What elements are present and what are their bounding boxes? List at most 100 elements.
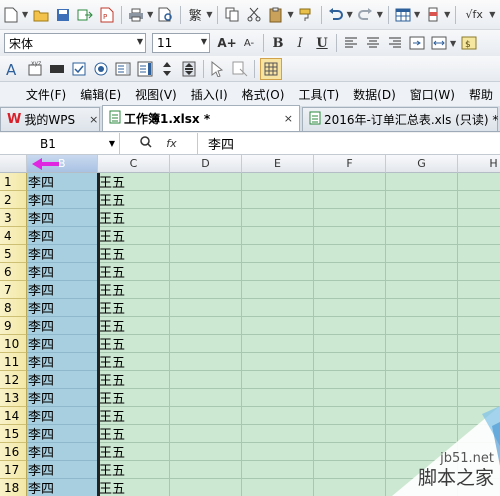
cell-empty[interactable] — [170, 299, 242, 317]
cell-empty[interactable] — [386, 281, 458, 299]
menu-insert[interactable]: 插入(I) — [184, 86, 235, 103]
cell-empty[interactable] — [314, 173, 386, 191]
menu-format[interactable]: 格式(O) — [235, 86, 292, 103]
cell-empty[interactable] — [314, 191, 386, 209]
menu-window[interactable]: 窗口(W) — [403, 86, 462, 103]
merge-dropdown-icon[interactable]: ▼ — [450, 39, 456, 48]
shrink-font-button[interactable]: A- — [240, 34, 258, 52]
cell-empty[interactable] — [458, 299, 500, 317]
undo-dropdown-icon[interactable]: ▼ — [347, 10, 353, 19]
bold-button[interactable]: B — [269, 34, 287, 52]
column-header-h[interactable]: H — [458, 155, 500, 173]
cell-empty[interactable] — [386, 389, 458, 407]
cell-b[interactable]: 李四 — [27, 461, 98, 479]
row-header[interactable]: 2 — [0, 191, 27, 209]
wrap-text-icon[interactable] — [408, 34, 426, 52]
print-icon[interactable] — [127, 6, 145, 24]
cell-empty[interactable] — [242, 479, 314, 496]
row-header[interactable]: 16 — [0, 443, 27, 461]
cell-empty[interactable] — [386, 245, 458, 263]
row-insert-icon[interactable] — [424, 6, 442, 24]
menu-file[interactable]: 文件(F) — [19, 86, 73, 103]
cell-empty[interactable] — [170, 371, 242, 389]
row-insert-dropdown-icon[interactable]: ▼ — [444, 10, 450, 19]
cell-c[interactable]: 王五 — [98, 317, 170, 335]
list-box-icon[interactable] — [114, 60, 132, 78]
cell-b[interactable]: 李四 — [27, 299, 98, 317]
row-header[interactable]: 8 — [0, 299, 27, 317]
menu-edit[interactable]: 编辑(E) — [73, 86, 128, 103]
cell-empty[interactable] — [458, 245, 500, 263]
cell-b[interactable]: 李四 — [27, 245, 98, 263]
cell-b[interactable]: 李四 — [27, 263, 98, 281]
cell-b[interactable]: 李四 — [27, 353, 98, 371]
chevron-down-icon[interactable]: ▼ — [201, 37, 207, 46]
radio-control-icon[interactable] — [92, 60, 110, 78]
cell-empty[interactable] — [458, 173, 500, 191]
cell-b[interactable]: 李四 — [27, 317, 98, 335]
rectangle-icon[interactable] — [48, 60, 66, 78]
cell-empty[interactable] — [242, 335, 314, 353]
cell-empty[interactable] — [386, 227, 458, 245]
cell-empty[interactable] — [458, 353, 500, 371]
cell-empty[interactable] — [386, 263, 458, 281]
format-painter-icon[interactable] — [298, 6, 316, 24]
italic-button[interactable]: I — [291, 34, 309, 52]
column-header-e[interactable]: E — [242, 155, 314, 173]
cell-b[interactable]: 李四 — [27, 281, 98, 299]
cell-empty[interactable] — [242, 425, 314, 443]
cell-empty[interactable] — [170, 407, 242, 425]
cell-c[interactable]: 王五 — [98, 245, 170, 263]
menu-tools[interactable]: 工具(T) — [291, 86, 346, 103]
cell-empty[interactable] — [314, 299, 386, 317]
export-icon[interactable] — [76, 6, 94, 24]
name-box[interactable]: B1 ▼ — [0, 133, 120, 154]
cell-empty[interactable] — [242, 173, 314, 191]
menu-view[interactable]: 视图(V) — [128, 86, 184, 103]
cell-empty[interactable] — [170, 425, 242, 443]
cell-c[interactable]: 王五 — [98, 281, 170, 299]
column-header-g[interactable]: G — [386, 155, 458, 173]
cell-c[interactable]: 王五 — [98, 299, 170, 317]
tab-workbook1[interactable]: 工作簿1.xlsx * × — [102, 105, 300, 131]
cell-c[interactable]: 王五 — [98, 443, 170, 461]
row-header[interactable]: 6 — [0, 263, 27, 281]
cell-empty[interactable] — [458, 227, 500, 245]
text-box-icon[interactable]: xyz — [26, 60, 44, 78]
formula-input[interactable]: 李四 — [198, 134, 234, 153]
cell-b[interactable]: 李四 — [27, 389, 98, 407]
cell-empty[interactable] — [386, 299, 458, 317]
align-left-icon[interactable] — [342, 34, 360, 52]
cell-empty[interactable] — [386, 335, 458, 353]
pdf-export-icon[interactable]: P — [98, 6, 116, 24]
cell-empty[interactable] — [170, 335, 242, 353]
cell-c[interactable]: 王五 — [98, 353, 170, 371]
tab-order-summary[interactable]: 2016年-订单汇总表.xls (只读) * — [302, 107, 498, 131]
cell-b[interactable]: 李四 — [27, 443, 98, 461]
scrollbar-control-icon[interactable] — [180, 60, 198, 78]
cell-empty[interactable] — [242, 299, 314, 317]
cell-empty[interactable] — [242, 227, 314, 245]
cell-c[interactable]: 王五 — [98, 209, 170, 227]
tab-my-wps[interactable]: W 我的WPS × — [0, 107, 100, 131]
cell-empty[interactable] — [242, 263, 314, 281]
cell-c[interactable]: 王五 — [98, 191, 170, 209]
cell-c[interactable]: 王五 — [98, 407, 170, 425]
redo-dropdown-icon[interactable]: ▼ — [377, 10, 383, 19]
undo-icon[interactable] — [327, 6, 345, 24]
spreadsheet-grid[interactable]: C D E F G H B 1 李四 王五 2 李四 王五 3 李四 王五 4 李四 王五 5 李四 王五 6… — [0, 155, 500, 496]
paste-icon[interactable] — [267, 6, 285, 24]
cell-c[interactable]: 王五 — [98, 425, 170, 443]
cell-empty[interactable] — [386, 191, 458, 209]
row-header[interactable]: 13 — [0, 389, 27, 407]
cell-empty[interactable] — [458, 335, 500, 353]
row-header[interactable]: 14 — [0, 407, 27, 425]
row-header[interactable]: 5 — [0, 245, 27, 263]
cell-b[interactable]: 李四 — [27, 407, 98, 425]
font-size-combo[interactable]: 11 ▼ — [152, 33, 210, 53]
cell-empty[interactable] — [314, 371, 386, 389]
traditional-chinese-icon[interactable]: 繁 — [186, 6, 204, 24]
new-document-icon[interactable] — [2, 6, 20, 24]
cell-empty[interactable] — [242, 407, 314, 425]
cell-b[interactable]: 李四 — [27, 191, 98, 209]
